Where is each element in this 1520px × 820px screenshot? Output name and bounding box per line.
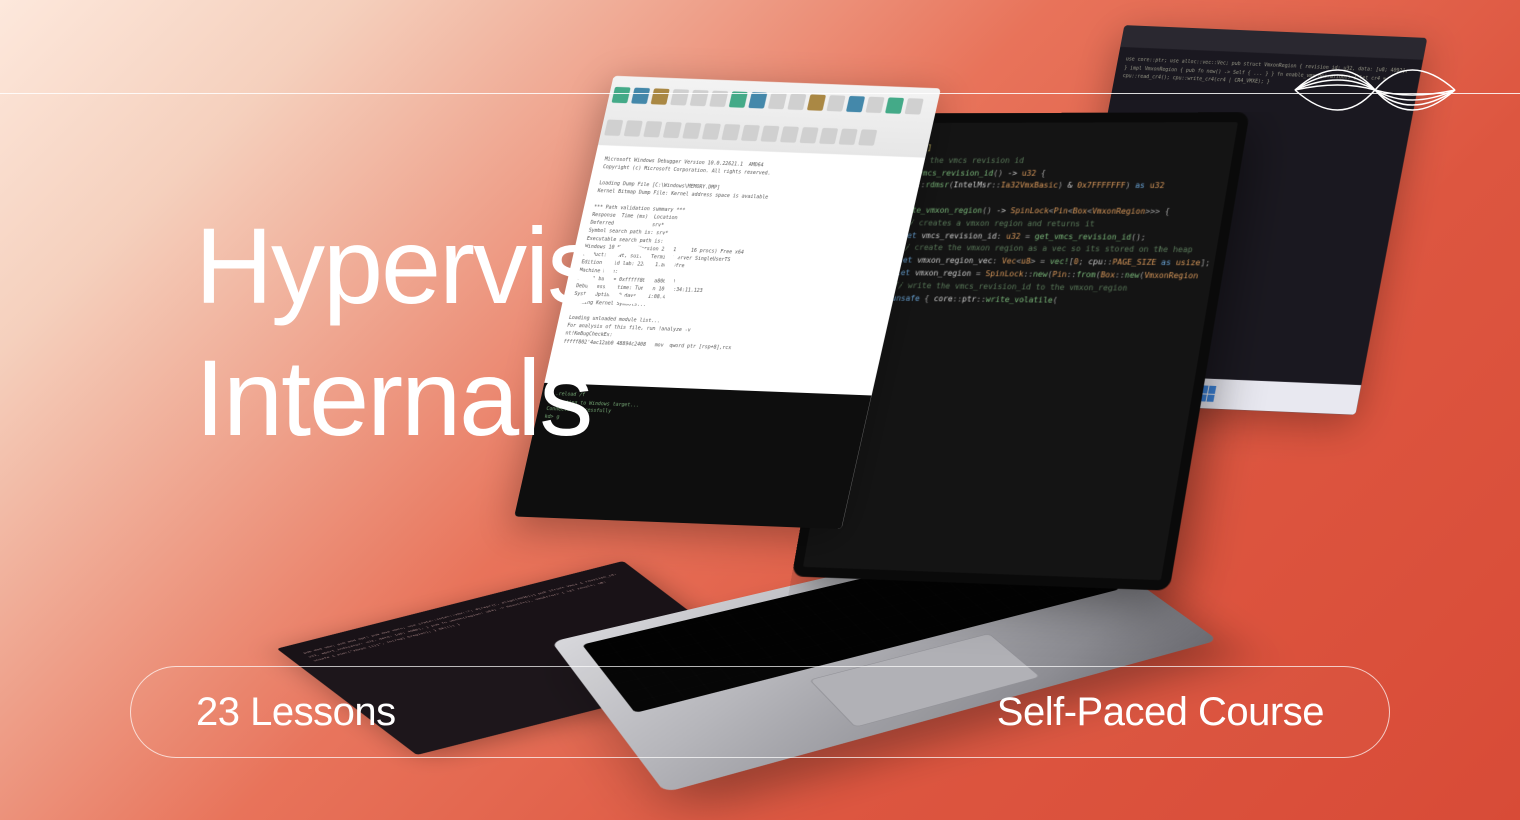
toolbar-button-icon [663, 121, 682, 137]
toolbar-button-icon [604, 119, 623, 135]
toolbar-button-icon [839, 128, 858, 144]
toolbar-button-icon [631, 87, 650, 103]
toolbar-button-icon [858, 129, 877, 145]
toolbar-button-icon [780, 126, 799, 142]
toolbar-button-icon [905, 98, 924, 114]
toolbar-button-icon [702, 123, 721, 139]
toolbar-button-icon [826, 95, 845, 111]
course-info-pill: 23 Lessons Self-Paced Course [130, 666, 1390, 758]
debugger-toolbar [598, 76, 941, 158]
toolbar-button-icon [768, 92, 787, 108]
toolbar-button-icon [866, 96, 885, 112]
toolbar-button-icon [651, 88, 670, 104]
toolbar-button-icon [787, 93, 806, 109]
toolbar-button-icon [624, 120, 643, 136]
toolbar-button-icon [761, 125, 780, 141]
brand-logo [1290, 30, 1460, 150]
toolbar-button-icon [846, 95, 865, 111]
toolbar-button-icon [800, 127, 819, 143]
title-line-2: Internals [195, 337, 591, 458]
toolbar-button-icon [682, 122, 701, 138]
toolbar-button-icon [819, 127, 838, 143]
lessons-count: 23 Lessons [196, 690, 396, 735]
title-line-1: Hypervisor [195, 205, 691, 326]
toolbar-button-icon [643, 121, 662, 137]
toolbar-button-icon [748, 92, 767, 108]
toolbar-button-icon [670, 89, 689, 105]
toolbar-button-icon [721, 124, 740, 140]
toolbar-button-icon [741, 124, 760, 140]
toolbar-button-icon [612, 86, 631, 102]
toolbar-button-icon [885, 97, 904, 113]
course-type-label: Self-Paced Course [997, 690, 1324, 735]
toolbar-button-icon [690, 89, 709, 105]
course-title: Hypervisor Internals [195, 200, 691, 464]
toolbar-button-icon [807, 94, 826, 110]
